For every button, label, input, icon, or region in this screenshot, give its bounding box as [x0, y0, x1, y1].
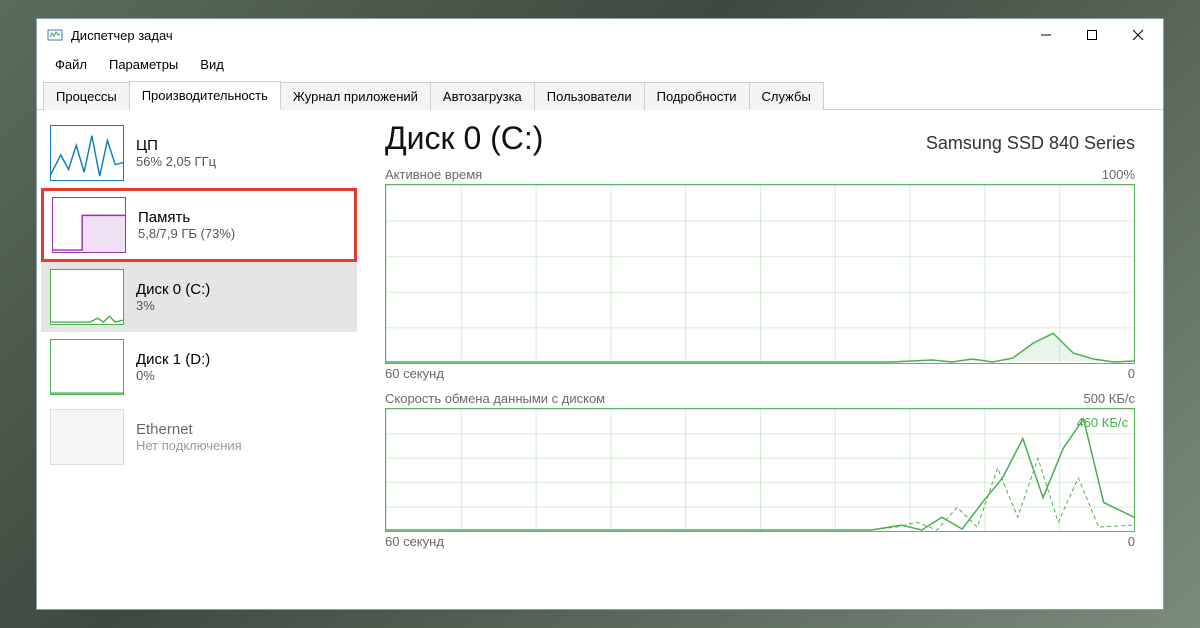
sidebar-item-disk1[interactable]: Диск 1 (D:) 0%	[41, 332, 357, 402]
active-time-max: 100%	[1102, 167, 1135, 182]
sidebar-memory-sub: 5,8/7,9 ГБ (73%)	[138, 226, 235, 241]
maximize-button[interactable]	[1069, 20, 1115, 50]
sidebar-item-ethernet[interactable]: Ethernet Нет подключения	[41, 402, 357, 472]
menu-file[interactable]: Файл	[45, 55, 97, 74]
axis-right-2: 0	[1128, 534, 1135, 549]
main-panel: Диск 0 (C:) Samsung SSD 840 Series Актив…	[357, 110, 1163, 609]
menubar: Файл Параметры Вид	[37, 51, 1163, 80]
axis-right: 0	[1128, 366, 1135, 381]
minimize-button[interactable]	[1023, 20, 1069, 50]
sidebar-cpu-sub: 56% 2,05 ГГц	[136, 154, 216, 169]
tab-processes[interactable]: Процессы	[43, 82, 130, 110]
sidebar-item-memory[interactable]: Память 5,8/7,9 ГБ (73%)	[41, 188, 357, 262]
sidebar-cpu-text: ЦП 56% 2,05 ГГц	[136, 137, 216, 169]
ethernet-thumbnail-icon	[50, 409, 124, 465]
tab-users[interactable]: Пользователи	[534, 82, 645, 110]
sidebar-disk0-sub: 3%	[136, 298, 210, 313]
active-time-chart-section: Активное время 100% 60 секунд 0	[385, 167, 1135, 381]
window-title: Диспетчер задач	[71, 28, 1023, 43]
transfer-lines	[386, 409, 1134, 531]
sidebar-ethernet-text: Ethernet Нет подключения	[136, 421, 242, 453]
menu-options[interactable]: Параметры	[99, 55, 188, 74]
axis-left: 60 секунд	[385, 366, 444, 381]
disk1-thumbnail-icon	[50, 339, 124, 395]
tab-performance[interactable]: Производительность	[129, 81, 281, 110]
sidebar-disk0-text: Диск 0 (C:) 3%	[136, 281, 210, 313]
window-controls	[1023, 20, 1161, 50]
task-manager-window: Диспетчер задач Файл Параметры Вид Проце…	[36, 18, 1164, 610]
close-button[interactable]	[1115, 20, 1161, 50]
tab-startup[interactable]: Автозагрузка	[430, 82, 535, 110]
titlebar: Диспетчер задач	[37, 19, 1163, 51]
tabstrip: Процессы Производительность Журнал прило…	[37, 80, 1163, 110]
axis-left-2: 60 секунд	[385, 534, 444, 549]
sidebar-memory-title: Память	[138, 209, 235, 226]
active-time-chart	[385, 184, 1135, 364]
sidebar-disk0-title: Диск 0 (C:)	[136, 281, 210, 298]
sidebar-item-disk0[interactable]: Диск 0 (C:) 3%	[41, 262, 357, 332]
transfer-label: Скорость обмена данными с диском	[385, 391, 605, 406]
sidebar-cpu-title: ЦП	[136, 137, 216, 154]
main-title: Диск 0 (C:)	[385, 120, 543, 157]
sidebar-disk1-text: Диск 1 (D:) 0%	[136, 351, 210, 383]
tab-services[interactable]: Службы	[749, 82, 824, 110]
memory-thumbnail-icon	[52, 197, 126, 253]
sidebar-disk1-sub: 0%	[136, 368, 210, 383]
transfer-max: 500 КБ/с	[1083, 391, 1135, 406]
active-time-label: Активное время	[385, 167, 482, 182]
disk0-thumbnail-icon	[50, 269, 124, 325]
sidebar-ethernet-title: Ethernet	[136, 421, 242, 438]
transfer-chart: 460 КБ/с	[385, 408, 1135, 532]
sidebar-ethernet-sub: Нет подключения	[136, 438, 242, 453]
tab-details[interactable]: Подробности	[644, 82, 750, 110]
cpu-thumbnail-icon	[50, 125, 124, 181]
main-header: Диск 0 (C:) Samsung SSD 840 Series	[385, 120, 1135, 157]
sidebar-disk1-title: Диск 1 (D:)	[136, 351, 210, 368]
menu-view[interactable]: Вид	[190, 55, 234, 74]
app-icon	[47, 27, 63, 43]
tab-app-history[interactable]: Журнал приложений	[280, 82, 431, 110]
performance-sidebar: ЦП 56% 2,05 ГГц Память 5,8/7,9 ГБ (73%)	[37, 110, 357, 609]
sidebar-item-cpu[interactable]: ЦП 56% 2,05 ГГц	[41, 118, 357, 188]
disk-model: Samsung SSD 840 Series	[926, 133, 1135, 154]
active-time-line	[386, 185, 1134, 363]
sidebar-memory-text: Память 5,8/7,9 ГБ (73%)	[138, 209, 235, 241]
transfer-chart-section: Скорость обмена данными с диском 500 КБ/…	[385, 391, 1135, 549]
content-area: ЦП 56% 2,05 ГГц Память 5,8/7,9 ГБ (73%)	[37, 110, 1163, 609]
